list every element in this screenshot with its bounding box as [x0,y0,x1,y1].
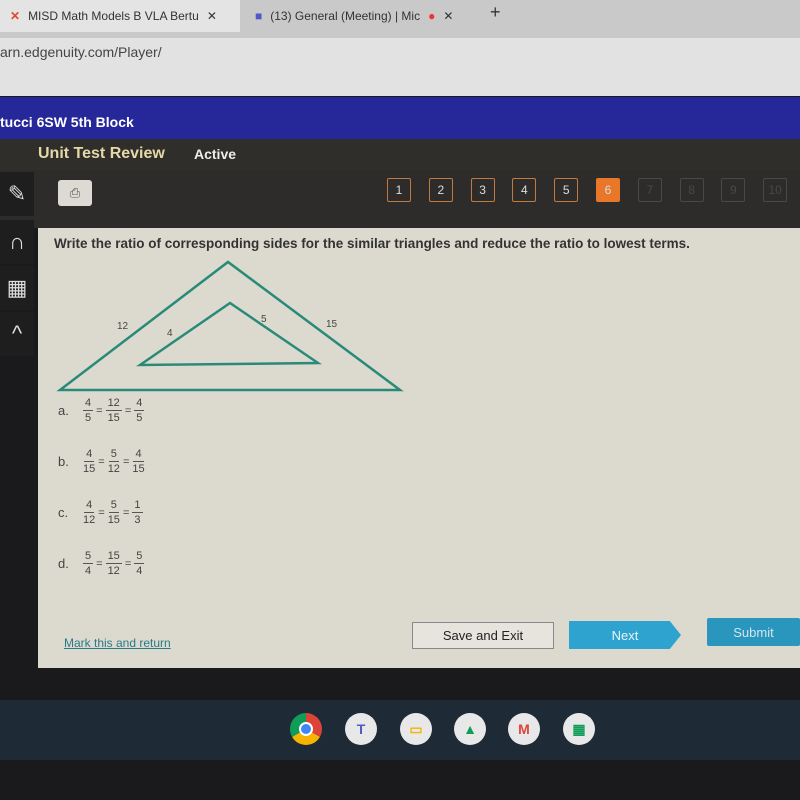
sheets-icon[interactable]: ▦ [563,713,595,745]
fraction: 4 15 [83,447,95,476]
answer-option-a[interactable]: a. 4 5 = 12 15 = 4 5 [58,396,147,425]
submit-button[interactable]: Submit [707,618,800,646]
numerator: 1 [132,499,143,513]
equals-sign: = [124,557,132,570]
equals-sign: = [96,404,103,417]
fraction: 5 12 [108,447,120,476]
denominator: 12 [107,565,120,577]
numerator: 12 [105,397,122,411]
chrome-icon[interactable] [290,713,322,745]
fraction: 45 [83,396,94,425]
denominator: 5 [136,412,143,424]
teams-icon[interactable]: T [345,713,377,745]
next-button[interactable]: Next [569,621,681,649]
denominator: 12 [83,514,96,526]
denominator: 15 [83,463,96,475]
denominator: 5 [85,412,92,424]
equals-sign: = [122,506,130,519]
fraction: 13 [132,498,143,527]
save-and-exit-button[interactable]: Save and Exit [412,622,554,649]
numerator: 5 [83,550,94,564]
option-letter: c. [58,505,69,520]
denominator: 4 [136,565,143,577]
answer-option-c[interactable]: c. 4 12 = 5 15 = 1 3 [58,498,146,527]
equals-sign: = [124,404,132,417]
denominator: 4 [85,565,92,577]
mark-and-return-link[interactable]: Mark this and return [64,636,171,650]
numerator: 15 [105,550,122,564]
numerator: 4 [84,448,95,462]
fraction: 12 15 [105,396,122,425]
numerator: 5 [108,499,119,513]
equals-sign: = [122,455,130,468]
label-outer-left: 12 [117,321,129,332]
fraction: 54 [83,549,94,578]
option-letter: d. [58,556,69,571]
denominator: 12 [107,463,120,475]
denominator: 3 [134,514,141,526]
denominator: 15 [107,514,120,526]
outer-triangle [56,260,404,392]
fraction: 45 [134,396,145,425]
numerator: 5 [134,550,145,564]
numerator: 5 [108,448,119,462]
option-letter: b. [58,454,69,469]
answer-option-d[interactable]: d. 5 4 = 15 12 = 5 4 [58,549,147,578]
numerator: 4 [133,448,144,462]
label-outer-right: 15 [326,319,338,330]
slides-icon[interactable]: ▭ [400,713,432,745]
fraction: 4 12 [83,498,95,527]
drive-icon[interactable]: ▲ [454,713,486,745]
option-letter: a. [58,403,69,418]
numerator: 4 [84,499,95,513]
equals-sign: = [96,557,103,570]
answer-option-b[interactable]: b. 4 15 = 5 12 = 4 15 [58,447,148,476]
numerator: 4 [134,397,145,411]
equals-sign: = [98,455,105,468]
numerator: 4 [83,397,94,411]
label-inner-left: 4 [167,328,173,339]
fraction: 15 12 [105,549,122,578]
denominator: 15 [132,463,145,475]
gmail-icon[interactable]: M [508,713,540,745]
label-inner-right: 5 [261,314,267,325]
fraction: 54 [134,549,145,578]
equals-sign: = [98,506,105,519]
fraction: 4 15 [132,447,144,476]
denominator: 15 [107,412,120,424]
fraction: 5 15 [108,498,120,527]
